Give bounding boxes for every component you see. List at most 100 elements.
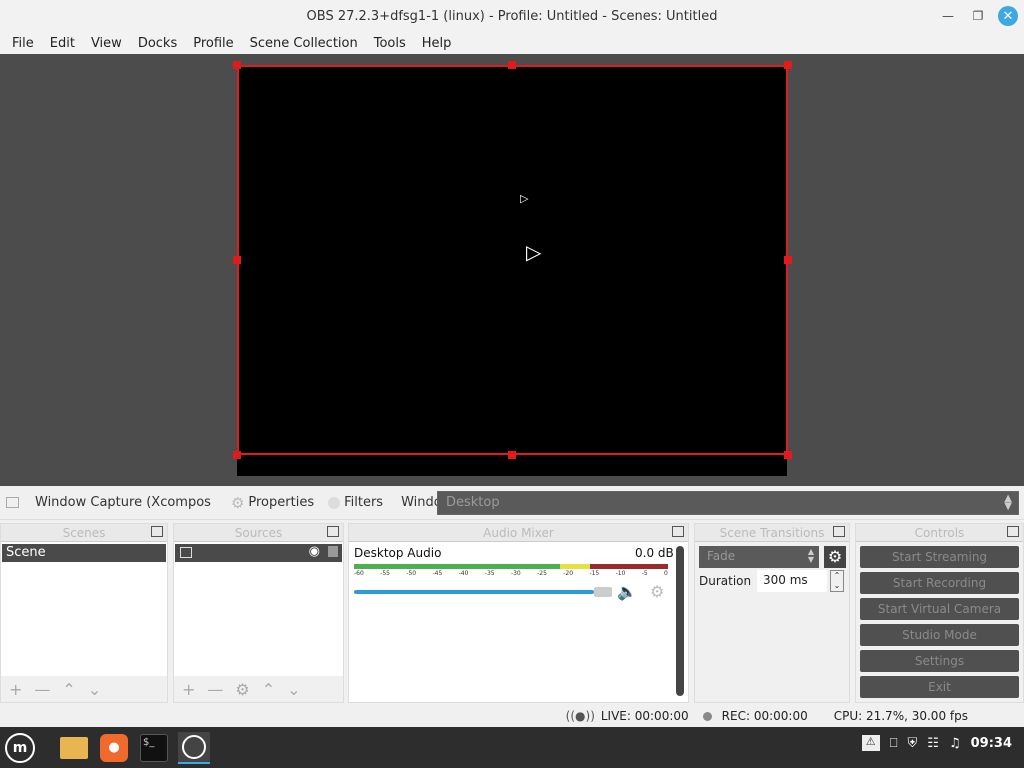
start-streaming-button[interactable]: Start Streaming xyxy=(860,546,1019,568)
audio-mixer-dock: Audio Mixer Desktop Audio 0.0 dB -60 -55… xyxy=(348,523,689,703)
duration-input[interactable]: 300 ms xyxy=(757,570,827,592)
menu-profile[interactable]: Profile xyxy=(185,36,241,51)
scene-transitions-header: Scene Transitions xyxy=(695,524,849,542)
resize-handle[interactable] xyxy=(784,451,792,459)
properties-button[interactable]: ⚙ Properties xyxy=(231,494,314,512)
lock-icon[interactable] xyxy=(328,546,338,557)
scene-name: Scene xyxy=(6,545,46,560)
scenes-dock-header: Scenes xyxy=(1,524,167,542)
move-up-icon[interactable]: ⌃ xyxy=(262,680,275,699)
add-icon[interactable]: + xyxy=(182,680,195,699)
live-status: LIVE: 00:00:00 xyxy=(600,709,689,723)
mixer-scrollbar[interactable] xyxy=(676,546,684,696)
firefox-icon[interactable]: ● xyxy=(98,732,130,764)
source-list-item[interactable]: ◉ xyxy=(175,544,342,562)
controls-header: Controls xyxy=(856,524,1023,542)
menu-view[interactable]: View xyxy=(83,36,130,51)
maximize-icon[interactable]: ❐ xyxy=(968,6,988,26)
move-down-icon[interactable]: ⌄ xyxy=(287,680,300,699)
system-tray: ⚠ ⎕ ⛨ ☷ ♫ 09:34 xyxy=(861,735,1012,751)
scale-tick: -40 xyxy=(458,570,469,577)
scenes-toolbar: + — ⌃ ⌄ xyxy=(1,676,167,702)
scale-tick: -45 xyxy=(432,570,443,577)
sources-dock-header: Sources xyxy=(174,524,343,542)
resize-handle[interactable] xyxy=(233,256,241,264)
menu-scene-collection[interactable]: Scene Collection xyxy=(242,36,366,51)
title-bar: OBS 27.2.3+dfsg1-1 (linux) - Profile: Un… xyxy=(0,0,1024,32)
resize-handle[interactable] xyxy=(784,256,792,264)
resize-handle[interactable] xyxy=(233,61,241,69)
mint-menu-icon[interactable]: m xyxy=(4,732,36,764)
menu-file[interactable]: File xyxy=(4,36,42,51)
warning-icon[interactable]: ⚠ xyxy=(861,735,880,751)
network-icon[interactable]: ☷ xyxy=(927,736,939,751)
terminal-icon[interactable]: $_ xyxy=(138,732,170,764)
clock[interactable]: 09:34 xyxy=(971,736,1012,751)
remove-icon[interactable]: — xyxy=(34,680,50,699)
scale-tick: -15 xyxy=(589,570,600,577)
gear-icon[interactable]: ⚙ xyxy=(650,582,664,601)
undock-icon[interactable] xyxy=(151,526,163,537)
gear-icon[interactable]: ⚙ xyxy=(235,680,249,699)
transition-select[interactable]: Fade ▲ ▼ xyxy=(699,546,819,568)
filters-button[interactable]: Filters xyxy=(328,495,383,510)
broadcast-icon: ((●)) xyxy=(565,709,595,723)
move-up-icon[interactable]: ⌃ xyxy=(62,680,75,699)
chevron-updown-icon: ▲ ▼ xyxy=(807,547,814,564)
studio-mode-button[interactable]: Studio Mode xyxy=(860,624,1019,646)
duration-label: Duration xyxy=(699,574,752,588)
transition-gear-icon[interactable]: ⚙ xyxy=(824,546,846,568)
menu-docks[interactable]: Docks xyxy=(130,36,185,51)
sources-dock-title: Sources xyxy=(234,526,283,540)
undock-icon[interactable] xyxy=(833,526,845,537)
audio-level-meter xyxy=(354,564,668,569)
preview-area[interactable]: ▷ ▷ xyxy=(0,54,1024,486)
scene-list-item[interactable]: Scene xyxy=(2,544,166,562)
volume-slider[interactable] xyxy=(354,590,594,594)
taskbar: m ● $_ ⚠ ⎕ ⛨ ☷ ♫ 09:34 xyxy=(0,727,1024,768)
speaker-icon[interactable]: 🔈 xyxy=(617,582,637,601)
visibility-eye-icon[interactable]: ◉ xyxy=(309,544,320,559)
files-icon[interactable] xyxy=(58,732,90,764)
window-select[interactable]: Desktop ▲ ▼ xyxy=(437,491,1019,515)
obs-taskbar-icon[interactable] xyxy=(178,731,210,764)
sources-toolbar: + — ⚙ ⌃ ⌄ xyxy=(174,676,343,702)
undock-icon[interactable] xyxy=(1007,526,1019,537)
volume-slider-handle[interactable] xyxy=(594,587,612,597)
menu-edit[interactable]: Edit xyxy=(42,36,83,51)
transition-select-value: Fade xyxy=(707,549,736,563)
close-icon[interactable]: ✕ xyxy=(998,6,1018,26)
move-down-icon[interactable]: ⌄ xyxy=(88,680,101,699)
resize-handle[interactable] xyxy=(508,451,516,459)
resize-handle[interactable] xyxy=(233,451,241,459)
clipboard-icon[interactable]: ⎕ xyxy=(890,736,898,751)
settings-button[interactable]: Settings xyxy=(860,650,1019,672)
resize-handle[interactable] xyxy=(784,61,792,69)
menu-tools[interactable]: Tools xyxy=(366,36,414,51)
source-selection-box[interactable] xyxy=(237,65,788,455)
scale-tick: -35 xyxy=(484,570,495,577)
minimize-icon[interactable]: — xyxy=(938,6,958,26)
add-icon[interactable]: + xyxy=(9,680,22,699)
start-virtual-camera-button[interactable]: Start Virtual Camera xyxy=(860,598,1019,620)
menu-help[interactable]: Help xyxy=(414,36,460,51)
window-select-value: Desktop xyxy=(446,495,500,510)
sound-icon[interactable]: ♫ xyxy=(949,736,961,751)
record-icon xyxy=(702,711,712,721)
rec-status: REC: 00:00:00 xyxy=(721,709,808,723)
remove-icon[interactable]: — xyxy=(207,680,223,699)
selected-source-name: Window Capture (Xcompos xyxy=(35,495,211,510)
shield-icon[interactable]: ⛨ xyxy=(908,736,918,751)
audio-mixer-title: Audio Mixer xyxy=(483,526,554,540)
scene-transitions-title: Scene Transitions xyxy=(719,526,825,540)
undock-icon[interactable] xyxy=(327,526,339,537)
scale-tick: 0 xyxy=(664,570,668,577)
resize-handle[interactable] xyxy=(508,61,516,69)
duration-stepper[interactable]: ⌃ ⌄ xyxy=(830,570,844,592)
filters-label: Filters xyxy=(344,495,384,510)
exit-button[interactable]: Exit xyxy=(860,676,1019,698)
source-item: Window Capture (Xcompos xyxy=(6,495,211,510)
scale-tick: -55 xyxy=(380,570,390,577)
undock-icon[interactable] xyxy=(672,526,684,537)
start-recording-button[interactable]: Start Recording xyxy=(860,572,1019,594)
